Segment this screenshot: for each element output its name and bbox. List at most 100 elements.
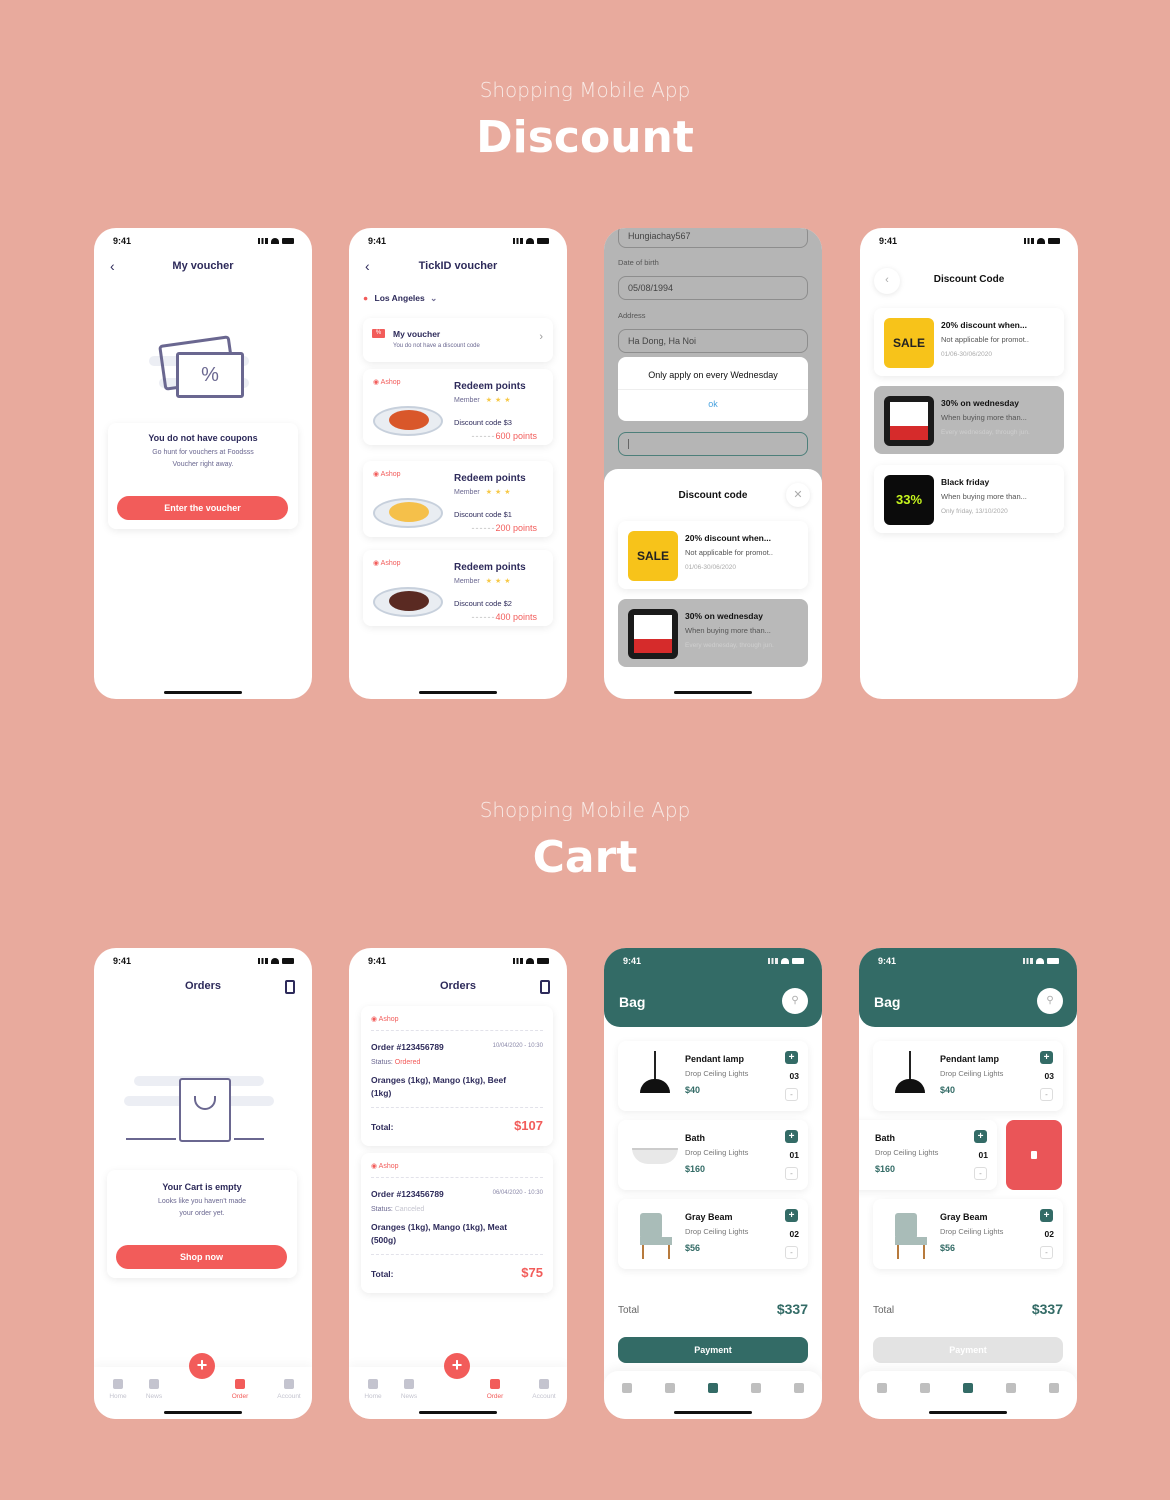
increase-quantity-button[interactable]: + [1040, 1209, 1053, 1222]
decrease-quantity-button[interactable]: - [1040, 1246, 1053, 1259]
tab-home[interactable]: Home [98, 1379, 138, 1400]
decrease-quantity-button[interactable]: - [1040, 1088, 1053, 1101]
empty-title: You do not have coupons [148, 433, 258, 443]
increase-quantity-button[interactable]: + [1040, 1051, 1053, 1064]
store-icon[interactable] [665, 1383, 675, 1393]
payment-button[interactable]: Payment [618, 1337, 808, 1363]
user-icon[interactable] [1006, 1383, 1016, 1393]
voucher-icon: % [372, 329, 385, 338]
tab-order[interactable]: Order [475, 1379, 515, 1400]
user-icon [284, 1379, 294, 1389]
discount-code-item[interactable]: SALE 20% discount when... Not applicable… [874, 308, 1064, 376]
enter-voucher-button[interactable]: Enter the voucher [117, 496, 288, 520]
cart-item[interactable]: Bath Drop Ceiling Lights $160 + 01 - [618, 1120, 808, 1190]
offer-card[interactable]: ◉ Ashop Redeem points Member ★★★ Discount… [363, 369, 553, 445]
order-card[interactable]: ◉ Ashop Order #123456789 06/04/2020 - 10… [361, 1153, 553, 1293]
discount-thumbnail: SALE [628, 531, 678, 581]
home-icon[interactable] [877, 1383, 887, 1393]
increase-quantity-button[interactable]: + [785, 1051, 798, 1064]
add-button[interactable]: + [444, 1353, 470, 1379]
tab-news[interactable]: News [134, 1379, 174, 1400]
order-card[interactable]: ◉ Ashop Order #123456789 10/04/2020 - 10… [361, 1006, 553, 1146]
search-button[interactable]: ⚲ [782, 988, 808, 1014]
add-button[interactable]: + [189, 1353, 215, 1379]
shop-label: ◉ Ashop [371, 1162, 399, 1170]
tab-account[interactable]: Account [269, 1379, 309, 1400]
page-title: Discount Code [933, 274, 1005, 285]
phone-icon[interactable] [540, 980, 550, 994]
close-button[interactable]: ✕ [786, 483, 810, 507]
quantity-value: 02 [789, 1229, 799, 1239]
discount-code-item[interactable]: 30% on wednesday When buying more than..… [874, 386, 1064, 454]
dob-field[interactable]: 05/08/1994 [618, 276, 808, 300]
alert-message: Only apply on every Wednesday [648, 370, 778, 380]
home-icon [368, 1379, 378, 1389]
cart-item[interactable]: Pendant lamp Drop Ceiling Lights $40 + 0… [873, 1041, 1063, 1111]
username-field[interactable]: Hungiachay567 [618, 228, 808, 248]
payment-button-disabled[interactable]: Payment [873, 1337, 1063, 1363]
tab-order[interactable]: Order [220, 1379, 260, 1400]
tab-home[interactable]: Home [353, 1379, 393, 1400]
discount-title: 30% on wednesday [685, 611, 763, 621]
order-items: Oranges (1kg), Mango (1kg), Meat (500g) [371, 1221, 543, 1247]
decrease-quantity-button[interactable]: - [785, 1246, 798, 1259]
increase-quantity-button[interactable]: + [974, 1130, 987, 1143]
home-indicator [164, 1411, 242, 1414]
card-icon[interactable] [794, 1383, 804, 1393]
decrease-quantity-button[interactable]: - [785, 1167, 798, 1180]
search-icon: ⚲ [1046, 995, 1054, 1006]
card-icon[interactable] [1049, 1383, 1059, 1393]
wifi-icon [526, 958, 534, 964]
increase-quantity-button[interactable]: + [785, 1130, 798, 1143]
cart-item[interactable]: Bath Drop Ceiling Lights $160 + 01 - [859, 1120, 997, 1190]
cart-item[interactable]: Pendant lamp Drop Ceiling Lights $40 + 0… [618, 1041, 808, 1111]
delete-button[interactable] [1006, 1120, 1062, 1190]
status-badge: Canceled [394, 1206, 425, 1213]
empty-sub-1: Looks like you haven't made [157, 1198, 247, 1205]
decrease-quantity-button[interactable]: - [785, 1088, 798, 1101]
user-icon[interactable] [751, 1383, 761, 1393]
tab-news[interactable]: News [389, 1379, 429, 1400]
discount-code-item[interactable]: SALE 20% discount when... Not applicable… [618, 521, 808, 589]
discount-code-item[interactable]: 33% Black friday When buying more than..… [874, 465, 1064, 533]
member-label: Member [454, 397, 480, 404]
discount-date: 01/06-30/06/2020 [685, 564, 736, 571]
alert-ok-button[interactable]: ok [618, 389, 808, 409]
home-indicator [164, 691, 242, 694]
basket-icon[interactable] [708, 1383, 718, 1393]
shop-name: Ashop [378, 1163, 399, 1170]
chevron-down-icon: ⌄ [430, 293, 438, 303]
discount-title: 30% on wednesday [941, 398, 1019, 408]
store-icon[interactable] [920, 1383, 930, 1393]
increase-quantity-button[interactable]: + [785, 1209, 798, 1222]
discount-code-item[interactable]: 30% on wednesday When buying more than..… [618, 599, 808, 667]
location-selector[interactable]: ● Los Angeles ⌄ [363, 293, 437, 304]
wifi-icon [781, 958, 789, 964]
search-button[interactable]: ⚲ [1037, 988, 1063, 1014]
cart-item[interactable]: Gray Beam Drop Ceiling Lights $56 + 02 - [618, 1199, 808, 1269]
cart-item[interactable]: Gray Beam Drop Ceiling Lights $56 + 02 - [873, 1199, 1063, 1269]
signal-icon [258, 958, 268, 964]
offer-card[interactable]: ◉ Ashop Redeem points Member ★★★ Discount… [363, 461, 553, 537]
offer-card[interactable]: ◉ Ashop Redeem points Member ★★★ Discount… [363, 550, 553, 626]
address-field[interactable]: Ha Dong, Ha Noi [618, 329, 808, 353]
total-value: $337 [776, 1301, 808, 1317]
product-category: Drop Ceiling Lights [685, 1069, 749, 1078]
product-category: Drop Ceiling Lights [940, 1227, 1004, 1236]
order-number: Order #123456789 [371, 1189, 444, 1199]
home-icon [113, 1379, 123, 1389]
home-icon[interactable] [622, 1383, 632, 1393]
phone-icon[interactable] [285, 980, 295, 994]
basket-icon[interactable] [963, 1383, 973, 1393]
shop-icon: ◉ [373, 379, 380, 386]
tab-account[interactable]: Account [524, 1379, 564, 1400]
shop-name: Ashop [380, 471, 401, 478]
discount-title: 20% discount when... [685, 533, 771, 543]
discount-title: 20% discount when... [941, 320, 1027, 330]
shop-now-button[interactable]: Shop now [116, 1245, 287, 1269]
decrease-quantity-button[interactable]: - [974, 1167, 987, 1180]
battery-icon [537, 958, 549, 964]
star-rating: ★★★ [485, 397, 514, 404]
my-voucher-row[interactable]: % My voucher You do not have a discount … [363, 318, 553, 362]
code-input[interactable] [618, 432, 808, 456]
